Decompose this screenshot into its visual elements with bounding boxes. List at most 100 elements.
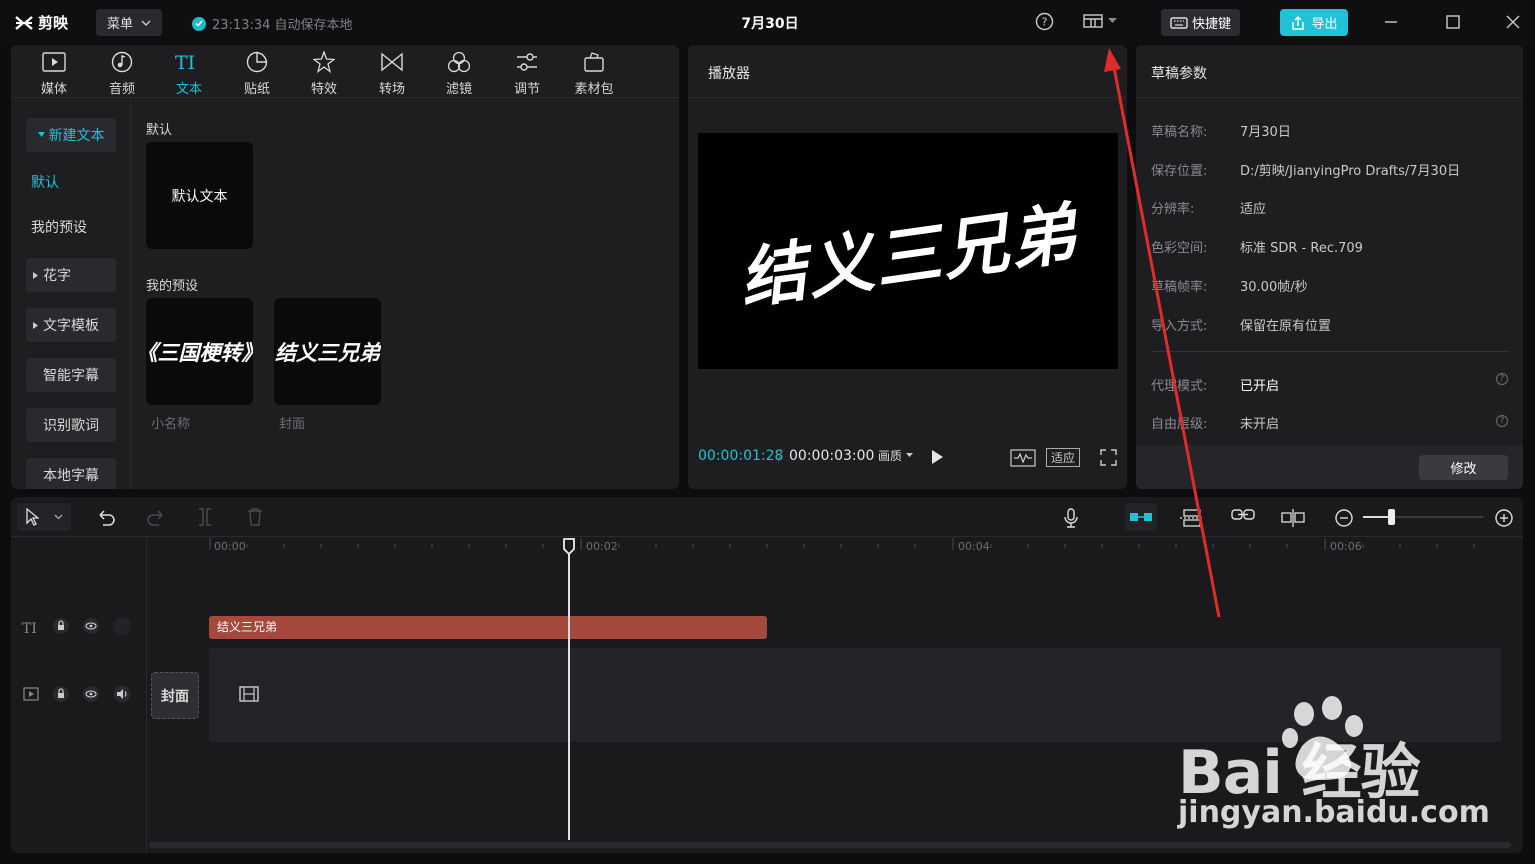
- menu-button[interactable]: 菜单: [96, 9, 162, 36]
- waveform-icon[interactable]: [1010, 449, 1036, 467]
- preset-card[interactable]: 结义三兄弟: [274, 298, 381, 405]
- total-time: 00:00:03:00: [789, 448, 875, 464]
- tab-filter[interactable]: 滤镜: [431, 49, 487, 97]
- export-button[interactable]: 导出: [1280, 9, 1348, 36]
- zoom-slider-thumb[interactable]: [1388, 509, 1395, 525]
- time-ruler: [209, 538, 1475, 550]
- caret-right-icon: [33, 321, 38, 329]
- nav-local-captions[interactable]: 本地字幕: [26, 458, 116, 489]
- field-value: 未开启: [1240, 417, 1280, 432]
- eye-icon[interactable]: [83, 617, 99, 635]
- play-icon[interactable]: [930, 449, 944, 465]
- minimize-icon[interactable]: [1381, 12, 1401, 32]
- tab-media-label: 媒体: [40, 82, 67, 97]
- cover-label: 封面: [161, 688, 189, 705]
- playhead[interactable]: [568, 545, 570, 840]
- nav-new-text[interactable]: 新建文本: [26, 118, 116, 152]
- sticker-icon: [246, 51, 268, 73]
- horizontal-scrollbar[interactable]: [149, 842, 1511, 848]
- tab-text[interactable]: TI 文本: [161, 49, 217, 97]
- layout-switch-button[interactable]: [1083, 13, 1117, 29]
- speaker-icon[interactable]: [113, 685, 131, 703]
- default-text-card[interactable]: 默认文本: [146, 142, 253, 249]
- redo-icon[interactable]: [146, 508, 166, 526]
- tab-adjust[interactable]: 调节: [499, 49, 555, 97]
- tab-media[interactable]: 媒体: [26, 49, 82, 97]
- nav-auto-captions-label: 智能字幕: [43, 368, 99, 384]
- shortcut-button[interactable]: 快捷键: [1161, 9, 1240, 36]
- field-key: 代理模式:: [1151, 379, 1208, 394]
- tab-transition[interactable]: 转场: [364, 49, 420, 97]
- split-icon[interactable]: [197, 508, 213, 526]
- video-preview[interactable]: 结义三兄弟: [698, 133, 1118, 369]
- section-presets-title: 我的预设: [146, 279, 199, 294]
- export-icon: [1292, 15, 1305, 30]
- undo-icon[interactable]: [96, 508, 116, 526]
- lock-icon[interactable]: [53, 685, 69, 703]
- close-icon[interactable]: [1503, 12, 1523, 32]
- snap-toggle[interactable]: [1125, 503, 1157, 531]
- maximize-icon[interactable]: [1443, 12, 1463, 32]
- track-placeholder: [113, 617, 131, 635]
- tab-adjust-label: 调节: [513, 82, 540, 97]
- text-clip[interactable]: 结义三兄弟: [209, 616, 767, 639]
- tab-asset-pack[interactable]: 素材包: [566, 49, 622, 97]
- eye-icon[interactable]: [83, 685, 99, 703]
- track-header-divider: [146, 537, 147, 853]
- fullscreen-icon[interactable]: [1100, 449, 1117, 466]
- preset-card[interactable]: 《三国梗转》: [146, 298, 253, 405]
- nav-lyrics-label: 识别歌词: [43, 418, 99, 434]
- field-value: 适应: [1240, 202, 1267, 217]
- text-track-icon: TI: [22, 621, 37, 635]
- select-tool-button[interactable]: [17, 503, 71, 531]
- nav-my-presets[interactable]: 我的预设: [26, 210, 116, 244]
- cover-button[interactable]: 封面: [151, 672, 199, 719]
- tab-transition-label: 转场: [378, 82, 405, 97]
- cursor-icon: [26, 508, 39, 526]
- nav-default[interactable]: 默认: [26, 165, 116, 199]
- menu-label: 菜单: [106, 17, 133, 32]
- nav-lyrics[interactable]: 识别歌词: [26, 408, 116, 442]
- microphone-icon[interactable]: [1063, 508, 1079, 528]
- field-key: 保存位置:: [1151, 164, 1208, 179]
- nav-auto-captions[interactable]: 智能字幕: [26, 358, 116, 392]
- export-label: 导出: [1311, 17, 1338, 32]
- shortcut-label: 快捷键: [1191, 17, 1231, 32]
- effects-icon: [313, 51, 335, 73]
- watermark-url: jingyan.baidu.com: [1178, 795, 1490, 830]
- player-header: 播放器: [688, 45, 1127, 98]
- tab-effects[interactable]: 特效: [296, 49, 352, 97]
- nav-fancy-label: 花字: [43, 268, 71, 284]
- autosave-text: 23:13:34 自动保存本地: [212, 18, 353, 33]
- materials-tabbar: 媒体 音频 TI 文本 贴纸 特效 转场 滤镜 调节 素材包: [11, 45, 679, 98]
- zoom-out-icon[interactable]: [1334, 508, 1354, 528]
- ruler-label: 00:06: [1330, 540, 1362, 553]
- caret-down-icon: [906, 453, 914, 457]
- preview-axis-icon[interactable]: [1281, 508, 1305, 528]
- draft-title: 草稿参数: [1151, 66, 1207, 82]
- help-icon[interactable]: ?: [1035, 12, 1054, 31]
- modify-label: 修改: [1450, 462, 1477, 477]
- tab-audio[interactable]: 音频: [94, 49, 150, 97]
- help-icon[interactable]: ?: [1496, 373, 1508, 385]
- fit-ratio-button[interactable]: 适应: [1046, 448, 1080, 467]
- lock-icon[interactable]: [53, 617, 69, 635]
- nav-text-templates[interactable]: 文字模板: [26, 308, 116, 342]
- layout-icon: [1083, 14, 1103, 28]
- filter-icon: [447, 51, 471, 73]
- quality-dropdown[interactable]: 画质: [878, 447, 914, 464]
- draft-footer: 修改: [1136, 445, 1523, 489]
- nav-my-presets-label: 我的预设: [31, 220, 87, 236]
- auto-linkage-icon[interactable]: [1180, 508, 1204, 528]
- help-icon[interactable]: ?: [1496, 415, 1508, 427]
- nav-fancy-text[interactable]: 花字: [26, 258, 116, 292]
- text-clip-label: 结义三兄弟: [217, 620, 278, 634]
- playhead-handle-icon[interactable]: [562, 538, 576, 556]
- modify-button[interactable]: 修改: [1419, 455, 1508, 480]
- zoom-slider[interactable]: [1363, 509, 1483, 525]
- zoom-in-icon[interactable]: [1494, 508, 1514, 528]
- link-icon[interactable]: [1231, 508, 1255, 522]
- delete-icon[interactable]: [247, 508, 263, 526]
- ruler-label: 00:04: [958, 540, 990, 553]
- tab-sticker[interactable]: 贴纸: [229, 49, 285, 97]
